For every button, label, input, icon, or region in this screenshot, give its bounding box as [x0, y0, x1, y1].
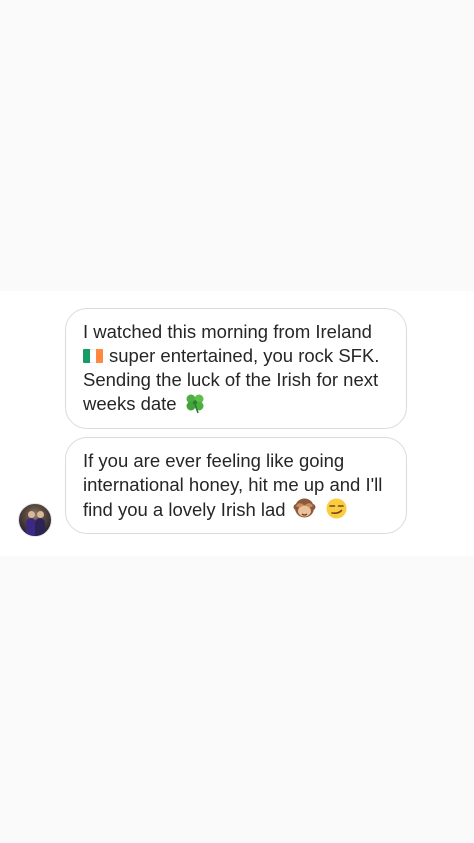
message-line: find you a lovely Irish lad — [83, 499, 286, 520]
message-line: I watched this morning from Ireland — [83, 321, 372, 342]
shamrock-icon — [186, 394, 204, 414]
message-line-with-flag: super entertained, you rock SFK. — [83, 344, 390, 368]
avatar-head — [37, 511, 44, 518]
message-line: super entertained, you rock SFK. — [109, 345, 380, 366]
see-no-evil-monkey-icon — [293, 498, 316, 518]
avatar-head — [28, 511, 35, 518]
top-blank-area — [0, 0, 474, 291]
message-line-with-shamrock: weeks date — [83, 392, 390, 416]
message-line: international honey, hit me up and I'll — [83, 474, 383, 495]
smirking-face-icon — [326, 498, 347, 519]
message-line: weeks date — [83, 393, 177, 414]
message-line: If you are ever feeling like going — [83, 450, 345, 471]
avatar[interactable] — [18, 503, 52, 537]
message-line: Sending the luck of the Irish for next — [83, 369, 379, 390]
message-bubble[interactable]: If you are ever feeling like going inter… — [65, 437, 407, 534]
ireland-flag-icon — [83, 349, 103, 363]
chat-thread: I watched this morning from Ireland supe… — [0, 291, 474, 556]
message-bubble[interactable]: I watched this morning from Ireland supe… — [65, 308, 407, 429]
avatar-figure — [35, 518, 45, 536]
bottom-blank-area — [0, 556, 474, 843]
message-line-with-emoji: find you a lovely Irish lad — [83, 497, 390, 522]
